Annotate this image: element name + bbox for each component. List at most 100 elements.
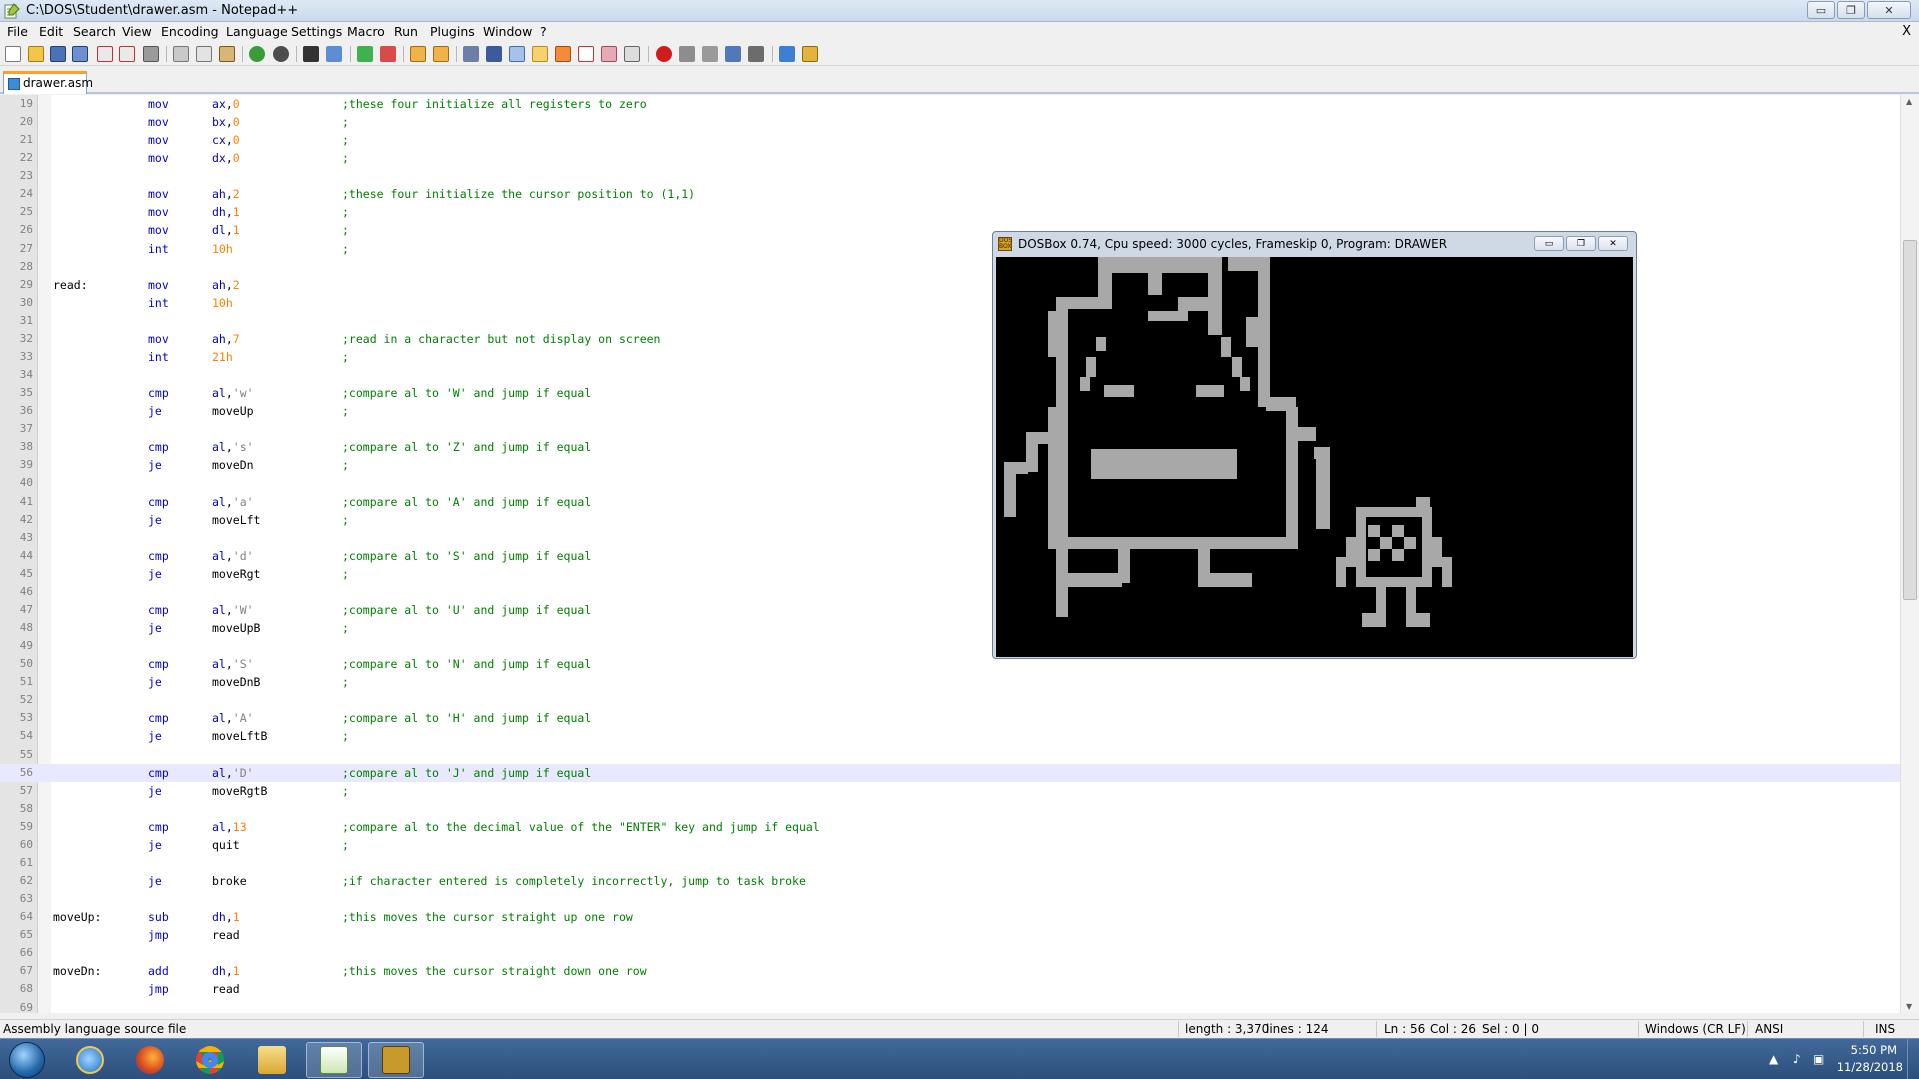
code-line[interactable]: 60 je quit;: [0, 836, 1900, 854]
dosbox-window[interactable]: DOS BOX DOSBox 0.74, Cpu speed: 3000 cyc…: [992, 231, 1637, 659]
taskbar-file-explorer[interactable]: [244, 1042, 300, 1078]
code-line[interactable]: 68 jmp read: [0, 980, 1900, 998]
vertical-scrollbar[interactable]: ▲ ▼: [1900, 95, 1919, 1013]
code-line[interactable]: 55: [0, 746, 1900, 764]
taskbar-chrome[interactable]: [182, 1042, 238, 1078]
dosbox-minimize-button[interactable]: ▭: [1534, 236, 1564, 251]
folder-workspace-icon[interactable]: [601, 46, 617, 62]
paste-icon[interactable]: [219, 46, 235, 62]
monitoring-icon[interactable]: [624, 46, 640, 62]
indent-guide-icon[interactable]: [509, 46, 525, 62]
taskbar-dosbox[interactable]: [368, 1042, 424, 1078]
code-line[interactable]: 52: [0, 691, 1900, 709]
print-icon[interactable]: [143, 46, 159, 62]
show-all-chars-icon[interactable]: [486, 46, 502, 62]
taskbar-notepadpp[interactable]: [306, 1042, 362, 1078]
code-line[interactable]: 59 cmp al,13 ;compare al to the decimal val…: [0, 818, 1900, 836]
code-line[interactable]: 58: [0, 800, 1900, 818]
zoom-in-icon[interactable]: [357, 46, 373, 62]
code-line[interactable]: 56 cmp al,'D' ;compare al to 'J' and jump i…: [0, 763, 1900, 782]
code-line[interactable]: 19 mov ax,0 ;these four initialize all regi…: [0, 95, 1900, 113]
show-hidden-icons-icon[interactable]: ▲: [1769, 1052, 1778, 1066]
play-macro-icon[interactable]: [702, 46, 718, 62]
menu-help[interactable]: ?: [540, 24, 547, 39]
sync-vertical-icon[interactable]: [410, 46, 426, 62]
save-icon[interactable]: [50, 46, 66, 62]
code-line[interactable]: 25 mov dh,1;: [0, 203, 1900, 221]
code-line[interactable]: 53 cmp al,'A' ;compare al to 'H' and jump i…: [0, 709, 1900, 727]
clock-date[interactable]: 11/28/2018: [1837, 1060, 1903, 1074]
menu-view[interactable]: View: [122, 24, 152, 39]
code-line[interactable]: 54 je moveLftB;: [0, 727, 1900, 745]
copy-icon[interactable]: [196, 46, 212, 62]
undo-icon[interactable]: [249, 46, 265, 62]
menu-edit[interactable]: Edit: [39, 24, 63, 39]
close-button[interactable]: ✕: [1867, 1, 1911, 19]
code-line[interactable]: 62 je broke ;if character entered is comple…: [0, 872, 1900, 890]
code-line[interactable]: 57 je moveRgtB;: [0, 782, 1900, 800]
zoom-out-icon[interactable]: [380, 46, 396, 62]
volume-icon[interactable]: ♪: [1793, 1052, 1801, 1066]
start-button[interactable]: [4, 1040, 50, 1079]
dosbox-title-bar[interactable]: DOS BOX DOSBox 0.74, Cpu speed: 3000 cyc…: [993, 232, 1636, 256]
menu-encoding[interactable]: Encoding: [161, 24, 219, 39]
code-line[interactable]: 69: [0, 999, 1900, 1014]
stop-macro-icon[interactable]: [679, 46, 695, 62]
taskbar-internet-explorer[interactable]: [62, 1042, 118, 1078]
menu-macro[interactable]: Macro: [347, 24, 385, 39]
menu-language[interactable]: Language: [226, 24, 288, 39]
dosbox-close-button[interactable]: ✕: [1598, 236, 1628, 251]
scrollbar-thumb[interactable]: [1903, 240, 1917, 600]
save-macro-icon[interactable]: [748, 46, 764, 62]
scroll-down-icon[interactable]: ▼: [1906, 1002, 1912, 1011]
dosbox-restore-button[interactable]: ❐: [1566, 236, 1596, 251]
taskbar-firefox[interactable]: [122, 1042, 178, 1078]
code-line[interactable]: 63: [0, 890, 1900, 908]
code-line[interactable]: 20 mov bx,0;: [0, 113, 1900, 131]
network-icon[interactable]: ▣: [1813, 1052, 1824, 1066]
function-list-icon[interactable]: [578, 46, 594, 62]
code-line[interactable]: 23: [0, 167, 1900, 185]
user-language-icon[interactable]: [532, 46, 548, 62]
spell-check-icon[interactable]: [779, 46, 795, 62]
code-line[interactable]: 66: [0, 944, 1900, 962]
tab-drawer-asm[interactable]: drawer.asm: [3, 71, 93, 94]
clock-time[interactable]: 5:50 PM: [1851, 1043, 1897, 1057]
code-line[interactable]: 65 jmp read: [0, 926, 1900, 944]
redo-icon[interactable]: [273, 46, 289, 62]
code-line[interactable]: 61: [0, 854, 1900, 872]
save-all-icon[interactable]: [72, 46, 88, 62]
menu-search[interactable]: Search: [73, 24, 116, 39]
scroll-up-icon[interactable]: ▲: [1906, 97, 1912, 106]
code-line[interactable]: 21 mov cx,0;: [0, 131, 1900, 149]
open-file-icon[interactable]: [28, 46, 44, 62]
word-wrap-icon[interactable]: [463, 46, 479, 62]
menu-window[interactable]: Window: [483, 24, 532, 39]
new-file-icon[interactable]: [5, 46, 21, 62]
close-document-icon[interactable]: X: [1902, 24, 1911, 39]
code-line[interactable]: 22 mov dx,0;: [0, 149, 1900, 167]
restore-button[interactable]: ❐: [1837, 1, 1865, 19]
dosbox-screen[interactable]: [996, 257, 1633, 657]
sync-horizontal-icon[interactable]: [433, 46, 449, 62]
code-line[interactable]: 64 moveUp: sub dh,1 ;this moves the cursor s…: [0, 908, 1900, 926]
menu-file[interactable]: File: [7, 24, 28, 39]
code-line[interactable]: 24 mov ah,2 ;these four initialize the curs…: [0, 185, 1900, 203]
operand-token: 10h: [212, 241, 233, 256]
code-line[interactable]: 67 moveDn: add dh,1 ;this moves the cursor s…: [0, 962, 1900, 980]
code-line[interactable]: 51 je moveDnB;: [0, 673, 1900, 691]
show-desktop-button[interactable]: [1907, 1039, 1919, 1079]
cut-icon[interactable]: [173, 46, 189, 62]
minimize-button[interactable]: ▭: [1807, 1, 1835, 19]
close-file-icon[interactable]: [97, 46, 113, 62]
menu-run[interactable]: Run: [394, 24, 418, 39]
record-macro-icon[interactable]: [656, 46, 672, 62]
run-macro-multiple-icon[interactable]: [725, 46, 741, 62]
plugin-icon[interactable]: [802, 46, 818, 62]
close-all-icon[interactable]: [119, 46, 135, 62]
replace-icon[interactable]: [326, 46, 342, 62]
document-map-icon[interactable]: [555, 46, 571, 62]
find-icon[interactable]: [303, 46, 319, 62]
menu-plugins[interactable]: Plugins: [430, 24, 475, 39]
menu-settings[interactable]: Settings: [291, 24, 342, 39]
